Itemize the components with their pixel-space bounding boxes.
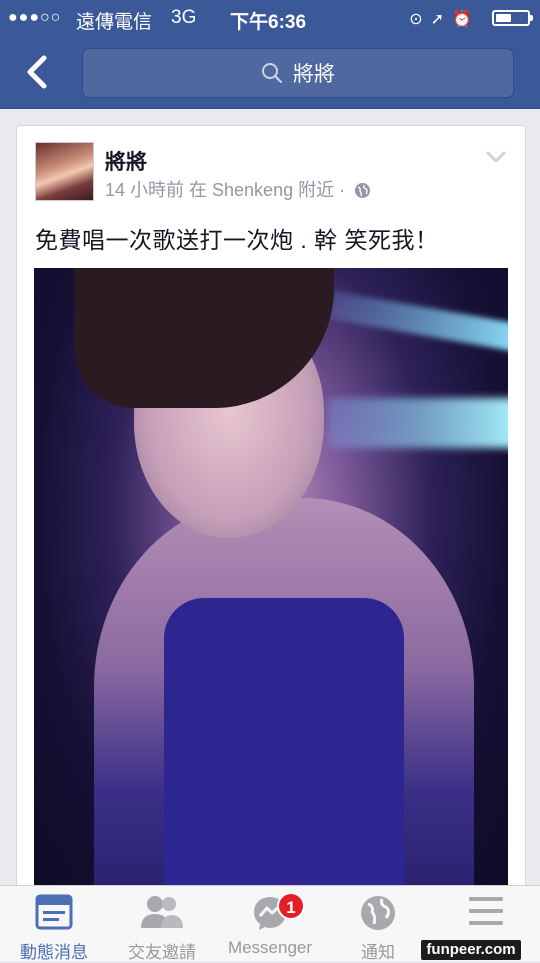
- post-text: 免費唱一次歌送打一次炮 . 幹 笑死我！: [35, 227, 439, 253]
- orientation-lock-icon: ⊙: [409, 11, 431, 28]
- location-icon: ➚: [430, 11, 453, 28]
- status-icons: ⊙➚⏰: [409, 9, 480, 29]
- post-meta-text: 14 小時前 在 Shenkeng 附近 ·: [105, 180, 346, 200]
- back-button[interactable]: [18, 48, 58, 96]
- chevron-down-icon: [486, 151, 506, 163]
- tab-messenger[interactable]: 1 Messenger: [216, 886, 324, 961]
- notification-badge: 1: [277, 892, 305, 920]
- post-options-button[interactable]: [485, 150, 507, 169]
- post-photo[interactable]: [34, 268, 508, 908]
- post-card: 將將 14 小時前 在 Shenkeng 附近 · 免費唱一次歌送打一次炮 . …: [16, 125, 526, 908]
- photo-light: [328, 398, 508, 448]
- tab-label: 交友邀請: [128, 943, 196, 962]
- alarm-icon: ⏰: [452, 11, 480, 28]
- clock: 下午6:36: [230, 12, 307, 33]
- news-feed-icon: [0, 894, 108, 934]
- avatar[interactable]: [35, 142, 94, 201]
- globe-icon: [324, 894, 432, 934]
- tab-news-feed[interactable]: 動態消息: [0, 886, 108, 962]
- nav-bar: 將將: [0, 36, 540, 109]
- network-type: 3G: [171, 7, 197, 28]
- photo-subject-dress: [164, 598, 404, 908]
- tab-notifications[interactable]: 通知: [324, 886, 432, 962]
- signal-strength: ●●●○○: [8, 9, 62, 26]
- search-input[interactable]: 將將: [82, 48, 514, 98]
- post-author[interactable]: 將將: [105, 146, 147, 176]
- battery-fill: [496, 14, 511, 22]
- tab-label: 通知: [361, 943, 395, 962]
- carrier-name: 遠傳電信: [76, 12, 153, 33]
- photo-light: [327, 290, 508, 354]
- search-query: 將將: [293, 63, 335, 86]
- tab-label: Messenger: [227, 938, 313, 957]
- globe-icon: [354, 182, 371, 204]
- menu-icon: [432, 894, 540, 934]
- chevron-left-icon: [27, 55, 47, 89]
- tab-label: 動態消息: [20, 943, 88, 962]
- search-icon: [261, 62, 283, 84]
- watermark: funpeer.com: [421, 940, 521, 960]
- status-bar: ●●●○○ 遠傳電信 3G 下午6:36 ⊙➚⏰: [0, 0, 540, 36]
- battery-icon: [492, 10, 533, 26]
- tab-friend-requests[interactable]: 交友邀請: [108, 886, 216, 962]
- messenger-icon: [216, 894, 324, 934]
- post-meta: 14 小時前 在 Shenkeng 附近 ·: [105, 176, 371, 204]
- friends-icon: [108, 894, 216, 934]
